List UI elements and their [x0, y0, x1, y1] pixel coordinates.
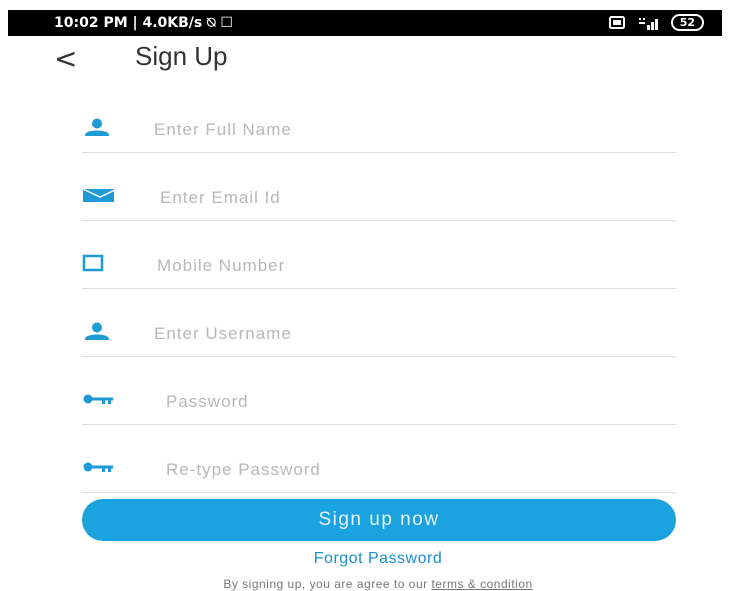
- username-input[interactable]: [154, 316, 634, 352]
- status-time: 10:02 PM | 4.0KB/s ⍉ ☐: [54, 15, 233, 31]
- key-icon: [83, 462, 113, 472]
- person-icon: [85, 118, 109, 136]
- email-input[interactable]: [160, 180, 640, 216]
- mobile-row: [82, 248, 676, 289]
- mobile-input[interactable]: [157, 248, 637, 284]
- person-icon: [85, 322, 109, 340]
- terms-text: By signing up, you are agree to our term…: [0, 577, 736, 591]
- signal-icon: [638, 17, 658, 30]
- email-row: [82, 180, 676, 221]
- terms-prefix: By signing up, you are agree to our: [223, 577, 432, 591]
- battery-icon: 52: [670, 14, 704, 31]
- status-bar: 10:02 PM | 4.0KB/s ⍉ ☐ 52: [8, 10, 722, 36]
- key-icon: [83, 394, 113, 404]
- password-input[interactable]: [166, 384, 646, 420]
- sign-up-button[interactable]: Sign up now: [82, 499, 676, 541]
- password-row: [82, 384, 676, 425]
- email-icon: [82, 188, 114, 202]
- terms-link[interactable]: terms & condition: [431, 577, 532, 591]
- full-name-row: [82, 112, 676, 153]
- username-row: [82, 316, 676, 357]
- back-icon[interactable]: <: [54, 42, 77, 75]
- retype-password-input[interactable]: [166, 452, 646, 488]
- status-icons: 52: [608, 14, 704, 31]
- retype-password-row: [82, 452, 676, 493]
- sim-icon: [608, 16, 625, 29]
- phone-icon: [82, 254, 104, 272]
- full-name-input[interactable]: [154, 112, 634, 148]
- page-title: Sign Up: [135, 41, 228, 71]
- forgot-password-link[interactable]: Forgot Password: [0, 550, 736, 568]
